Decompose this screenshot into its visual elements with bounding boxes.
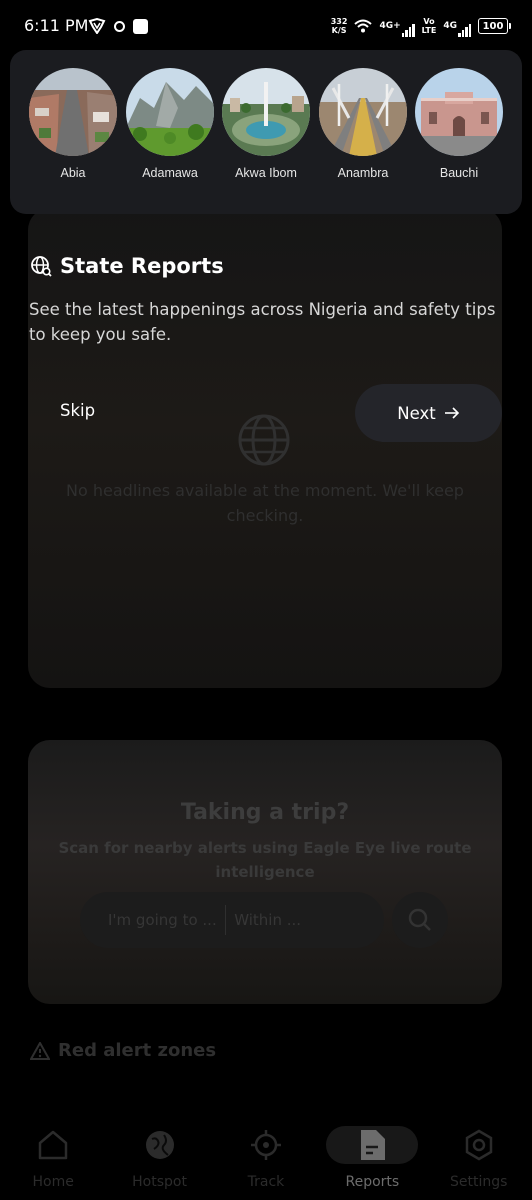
trip-card: Taking a trip? Scan for nearby alerts us… — [28, 740, 502, 1004]
signal-bars-icon — [458, 24, 471, 37]
nav-settings-label: Settings — [450, 1174, 508, 1190]
volte-top: Vo — [423, 17, 435, 26]
notification-square-icon — [133, 18, 148, 34]
status-left-icons — [88, 16, 148, 36]
state-label-adamawa: Adamawa — [142, 166, 198, 180]
status-right-icons: 332 K/S 4G+ Vo LTE 4G 100 — [331, 14, 511, 38]
state-item-abia[interactable]: Abia — [28, 68, 118, 180]
nav-track-label: Track — [247, 1174, 285, 1190]
states-carousel[interactable]: Abia Adamawa Akwa Ibom Anambra Bauchi — [10, 50, 522, 214]
vpn-bird-icon — [88, 18, 106, 34]
status-bar: 6:11 PM 332 K/S 4G+ Vo LTE 4G 100 — [0, 0, 532, 52]
state-item-bauchi[interactable]: Bauchi — [414, 68, 504, 180]
globe-search-icon — [31, 256, 52, 277]
radius-placeholder: Within ... — [234, 911, 302, 929]
state-image-akwa-ibom — [222, 68, 310, 156]
network-speed-value: 332 — [330, 17, 348, 26]
state-label-bauchi: Bauchi — [439, 166, 479, 180]
status-time: 6:11 PM — [24, 16, 89, 35]
gear-icon — [465, 1129, 492, 1161]
state-image-anambra — [319, 68, 407, 156]
trip-subtitle: Scan for nearby alerts using Eagle Eye l… — [58, 839, 472, 881]
state-label-anambra: Anambra — [337, 166, 389, 180]
signal-4g-plus-label: 4G+ — [379, 21, 401, 31]
trip-search-field: I'm going to ... Within ... — [80, 892, 384, 948]
state-item-adamawa[interactable]: Adamawa — [125, 68, 215, 180]
globe-icon — [238, 414, 290, 466]
red-alert-title: Red alert zones — [58, 1040, 217, 1061]
skip-button[interactable]: Skip — [60, 401, 95, 420]
nav-reports: Reports — [322, 1120, 422, 1200]
nav-hotspot-label: Hotspot — [132, 1174, 187, 1190]
tour-title: State Reports — [30, 254, 224, 278]
trip-title: Taking a trip? — [180, 800, 350, 825]
wifi-icon — [354, 19, 373, 33]
nav-track: Track — [216, 1120, 316, 1200]
next-button-label: Next — [397, 403, 436, 423]
state-image-abia — [29, 68, 117, 156]
signal-bars-icon — [401, 24, 415, 37]
background-app: No headlines available at the moment. We… — [0, 52, 532, 1200]
search-icon — [408, 908, 431, 931]
no-headlines-text: No headlines available at the moment. We… — [66, 481, 464, 525]
sync-ring-icon — [114, 20, 125, 32]
volte-bottom: LTE — [421, 26, 437, 35]
destination-placeholder: I'm going to ... — [108, 911, 217, 929]
globe-icon — [145, 1131, 174, 1159]
tour-title-text: State Reports — [60, 254, 224, 278]
nav-settings: Settings — [429, 1120, 529, 1200]
nav-home-label: Home — [32, 1174, 74, 1190]
state-image-bauchi — [415, 68, 503, 156]
battery-indicator: 100 — [478, 18, 511, 34]
bottom-nav: Home Hotspot Track Reports Settings — [0, 1120, 532, 1200]
home-icon — [38, 1130, 68, 1160]
signal-4g-label: 4G — [443, 21, 457, 31]
volte-indicator: Vo LTE — [422, 17, 437, 35]
state-image-adamawa — [126, 68, 214, 156]
nav-home: Home — [3, 1120, 103, 1200]
next-button[interactable]: Next — [355, 384, 502, 442]
headlines-card: No headlines available at the moment. We… — [28, 208, 502, 688]
signal-4g-plus: 4G+ — [379, 21, 415, 37]
document-icon — [361, 1130, 386, 1160]
network-speed-unit: K/S — [331, 26, 347, 35]
crosshair-icon — [250, 1130, 281, 1160]
trip-scan-button — [392, 892, 448, 948]
nav-hotspot: Hotspot — [110, 1120, 210, 1200]
state-label-abia: Abia — [60, 166, 86, 180]
state-item-anambra[interactable]: Anambra — [318, 68, 408, 180]
field-divider — [224, 905, 227, 935]
red-alert-heading: Red alert zones — [30, 1040, 216, 1061]
signal-4g: 4G — [443, 21, 471, 37]
tour-description: See the latest happenings across Nigeria… — [29, 300, 496, 344]
warning-icon — [30, 1041, 50, 1060]
state-label-akwa-ibom: Akwa Ibom — [235, 166, 297, 180]
arrow-right-icon — [444, 407, 459, 419]
nav-reports-label: Reports — [345, 1174, 400, 1190]
state-item-akwa-ibom[interactable]: Akwa Ibom — [221, 68, 311, 180]
network-speed: 332 K/S — [331, 17, 348, 35]
